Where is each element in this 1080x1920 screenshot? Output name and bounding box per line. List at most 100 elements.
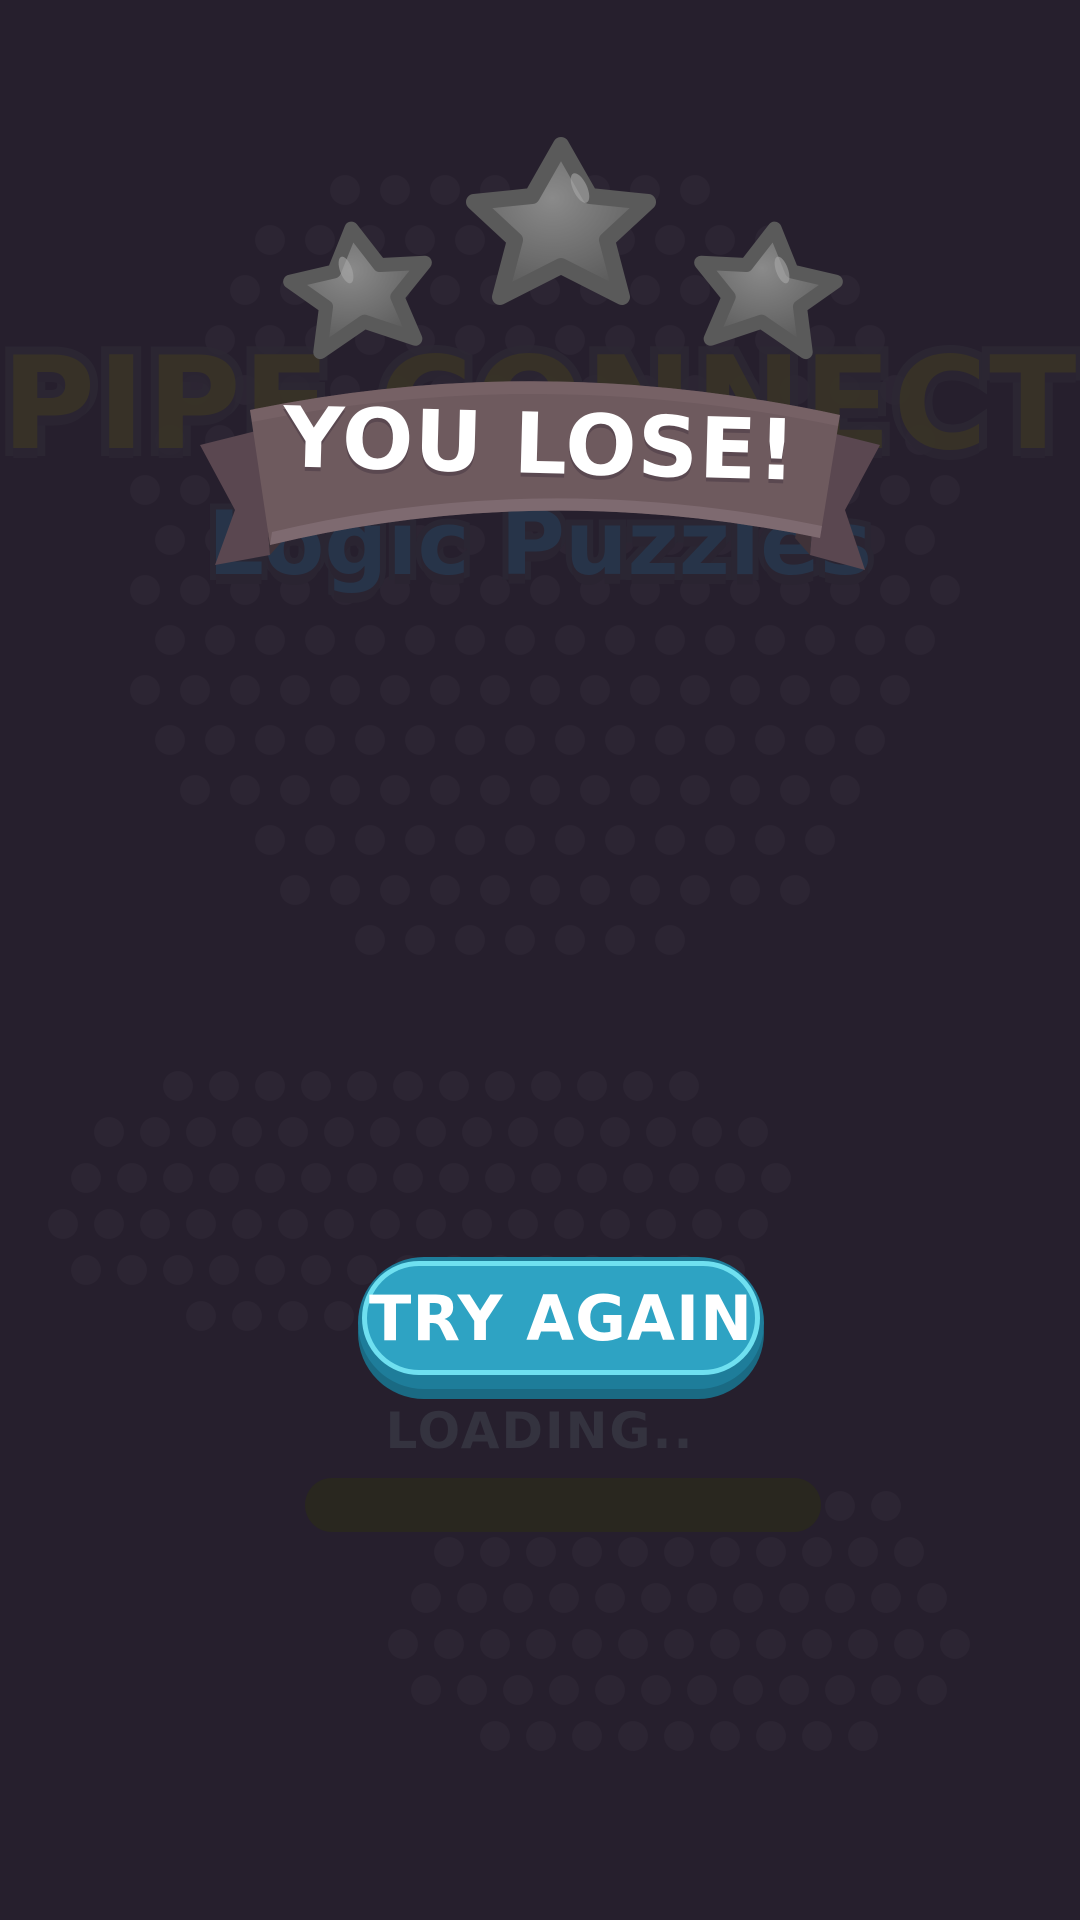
background-dot <box>756 1537 786 1567</box>
background-dot <box>530 775 560 805</box>
background-dot <box>577 1071 607 1101</box>
background-dot <box>405 825 435 855</box>
background-dot <box>355 825 385 855</box>
background-dot <box>554 1209 584 1239</box>
background-dot <box>71 1255 101 1285</box>
background-dot <box>687 1675 717 1705</box>
background-dot <box>526 1537 556 1567</box>
background-dot <box>600 1209 630 1239</box>
background-dot <box>680 875 710 905</box>
background-dot <box>434 1537 464 1567</box>
background-dot <box>430 775 460 805</box>
background-dot <box>780 775 810 805</box>
background-dot <box>455 925 485 955</box>
background-dot <box>330 775 360 805</box>
background-dot <box>733 1583 763 1613</box>
background-dot <box>669 1071 699 1101</box>
background-dot <box>278 1209 308 1239</box>
background-dot <box>117 1163 147 1193</box>
background-dot <box>855 725 885 755</box>
try-again-label: TRY AGAIN <box>369 1281 753 1355</box>
background-dot <box>416 1209 446 1239</box>
background-dot <box>880 675 910 705</box>
background-dot <box>180 675 210 705</box>
background-dot <box>526 1629 556 1659</box>
background-dot <box>480 775 510 805</box>
background-dot <box>186 1209 216 1239</box>
background-dot <box>848 1537 878 1567</box>
background-dot <box>756 1629 786 1659</box>
background-dot <box>330 675 360 705</box>
background-dot <box>940 1629 970 1659</box>
background-dot <box>380 775 410 805</box>
background-dot <box>355 625 385 655</box>
background-dot <box>733 1675 763 1705</box>
background-dot <box>305 825 335 855</box>
background-dot <box>755 625 785 655</box>
background-dot <box>655 625 685 655</box>
background-dot <box>439 1163 469 1193</box>
background-dot <box>802 1537 832 1567</box>
background-dot <box>508 1117 538 1147</box>
background-dot <box>230 775 260 805</box>
background-dot <box>705 625 735 655</box>
background-dot <box>830 775 860 805</box>
background-dot <box>455 725 485 755</box>
background-dot <box>505 625 535 655</box>
background-dot <box>730 775 760 805</box>
star-left-icon <box>283 221 432 360</box>
background-dot <box>646 1117 676 1147</box>
background-dot <box>388 1629 418 1659</box>
background-dot <box>641 1583 671 1613</box>
background-dot <box>180 775 210 805</box>
background-dot <box>380 675 410 705</box>
background-dot <box>755 725 785 755</box>
background-dot <box>830 675 860 705</box>
background-dot <box>205 725 235 755</box>
background-dot <box>580 775 610 805</box>
background-dot <box>780 875 810 905</box>
background-dot <box>380 875 410 905</box>
background-dot <box>505 825 535 855</box>
background-dot <box>434 1629 464 1659</box>
background-dot <box>680 675 710 705</box>
background-dot <box>618 1629 648 1659</box>
background-dot <box>761 1163 791 1193</box>
background-dot <box>630 875 660 905</box>
background-dot <box>209 1071 239 1101</box>
background-dot <box>825 1583 855 1613</box>
loading-label: LOADING.. <box>385 1402 695 1460</box>
background-dot <box>508 1209 538 1239</box>
background-dot <box>48 1209 78 1239</box>
background-dot <box>255 625 285 655</box>
background-dot <box>623 1163 653 1193</box>
background-dot <box>255 1071 285 1101</box>
background-dot <box>230 675 260 705</box>
background-dot <box>549 1675 579 1705</box>
background-dot <box>555 725 585 755</box>
background-dot <box>917 1675 947 1705</box>
background-dot <box>715 1163 745 1193</box>
background-dot <box>255 1163 285 1193</box>
background-dot <box>155 725 185 755</box>
background-dot <box>186 1301 216 1331</box>
try-again-button-face[interactable]: TRY AGAIN <box>362 1261 760 1375</box>
game-over-screen: PIPE CONNECT Logic Puzzles <box>0 0 1080 1920</box>
background-dot <box>825 1491 855 1521</box>
background-dot <box>848 1721 878 1751</box>
background-dot <box>730 675 760 705</box>
background-dot <box>779 1675 809 1705</box>
background-dot <box>71 1163 101 1193</box>
background-dot <box>555 925 585 955</box>
background-dot <box>393 1071 423 1101</box>
background-dot <box>255 1255 285 1285</box>
background-dot <box>186 1117 216 1147</box>
try-again-button[interactable]: TRY AGAIN <box>358 1257 764 1389</box>
background-dot <box>163 1163 193 1193</box>
background-dot <box>605 925 635 955</box>
background-dot <box>393 1163 423 1193</box>
background-dot <box>280 875 310 905</box>
background-dot <box>577 1163 607 1193</box>
background-dot <box>623 1071 653 1101</box>
background-dot <box>580 875 610 905</box>
